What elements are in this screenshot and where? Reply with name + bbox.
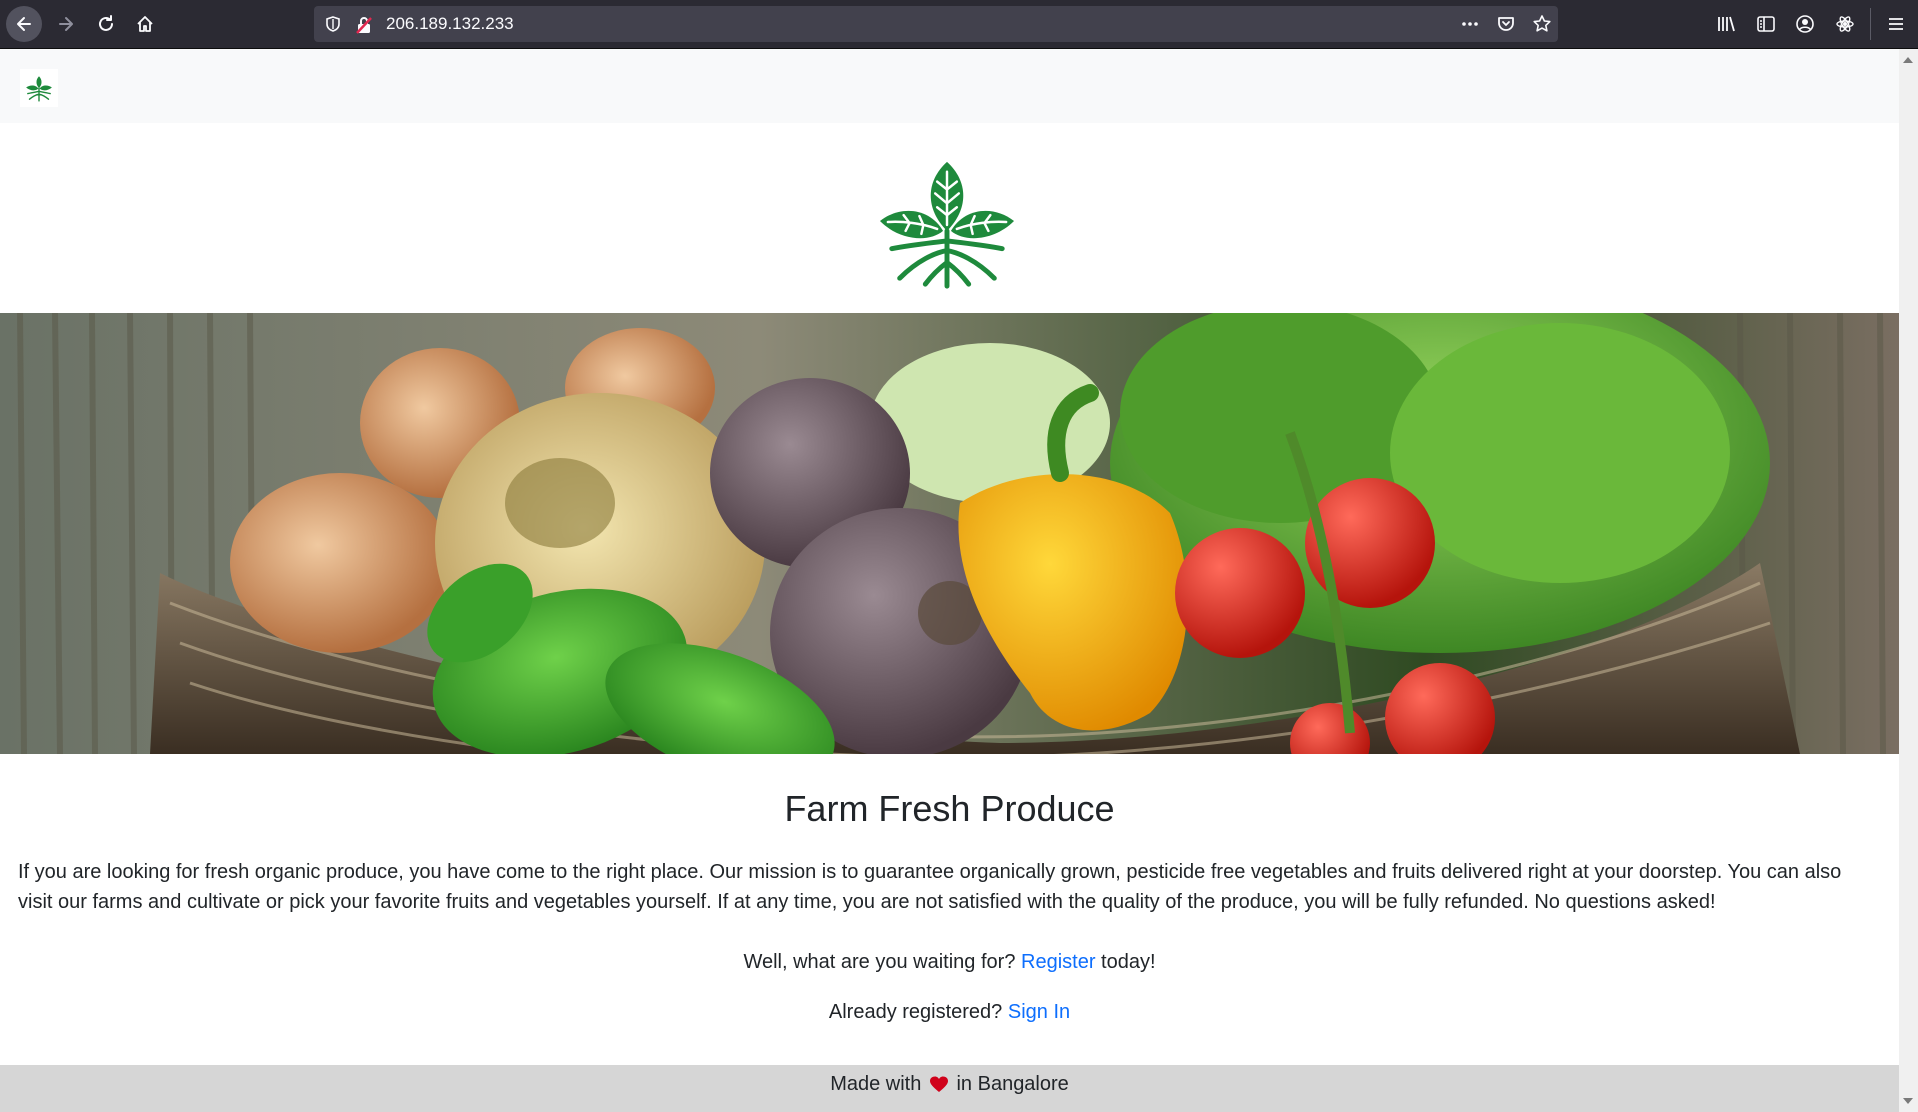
signin-link[interactable]: Sign In bbox=[1008, 1001, 1070, 1023]
vertical-scrollbar[interactable] bbox=[1899, 49, 1918, 1112]
web-page: Farm Fresh Produce If you are looking fo… bbox=[0, 49, 1899, 1112]
navbar-brand-logo[interactable] bbox=[20, 69, 58, 107]
forward-button[interactable] bbox=[48, 6, 84, 42]
pocket-icon[interactable] bbox=[1496, 14, 1516, 34]
url-text[interactable]: 206.189.132.233 bbox=[386, 6, 514, 42]
register-suffix-text: today! bbox=[1095, 951, 1156, 973]
vegetable-basket-photo bbox=[0, 313, 1899, 754]
menu-icon[interactable] bbox=[1886, 14, 1906, 34]
signin-prompt: Already registered? Sign In bbox=[0, 997, 1899, 1027]
more-actions-icon[interactable] bbox=[1460, 14, 1480, 34]
address-bar[interactable]: 206.189.132.233 bbox=[314, 6, 1558, 42]
footer-suffix: in Bangalore bbox=[950, 1073, 1069, 1095]
library-icon[interactable] bbox=[1716, 14, 1736, 34]
home-icon bbox=[137, 16, 153, 32]
browser-toolbar: 206.189.132.233 bbox=[0, 0, 1918, 49]
reload-button[interactable] bbox=[88, 6, 124, 42]
forward-arrow-icon bbox=[59, 17, 73, 31]
navbar bbox=[0, 49, 1899, 123]
sprout-logo-icon bbox=[26, 76, 52, 102]
brand-logo bbox=[879, 161, 1015, 289]
back-arrow-icon bbox=[17, 17, 31, 31]
register-prompt: Well, what are you waiting for? Register… bbox=[0, 947, 1899, 977]
back-button[interactable] bbox=[6, 6, 42, 42]
sidebar-icon[interactable] bbox=[1756, 14, 1776, 34]
tracking-shield-icon[interactable] bbox=[324, 15, 342, 33]
description-paragraph: If you are looking for fresh organic pro… bbox=[18, 861, 1842, 913]
account-icon[interactable] bbox=[1795, 14, 1815, 34]
bookmark-star-icon[interactable] bbox=[1532, 14, 1552, 34]
extension-icon[interactable] bbox=[1835, 14, 1855, 34]
register-prompt-text: Well, what are you waiting for? bbox=[743, 951, 1021, 973]
insecure-lock-icon[interactable] bbox=[354, 15, 374, 35]
register-link[interactable]: Register bbox=[1021, 951, 1095, 973]
footer-prefix: Made with bbox=[830, 1073, 927, 1095]
page-title: Farm Fresh Produce bbox=[784, 788, 1115, 829]
home-button[interactable] bbox=[127, 6, 163, 42]
scroll-down-arrow[interactable] bbox=[1903, 1098, 1913, 1104]
footer: Made with in Bangalore bbox=[0, 1065, 1899, 1112]
toolbar-divider bbox=[1870, 8, 1871, 40]
signin-prompt-text: Already registered? bbox=[828, 1001, 1008, 1023]
heart-icon bbox=[929, 1076, 948, 1092]
reload-icon bbox=[99, 15, 113, 31]
scroll-up-arrow[interactable] bbox=[1903, 57, 1913, 63]
